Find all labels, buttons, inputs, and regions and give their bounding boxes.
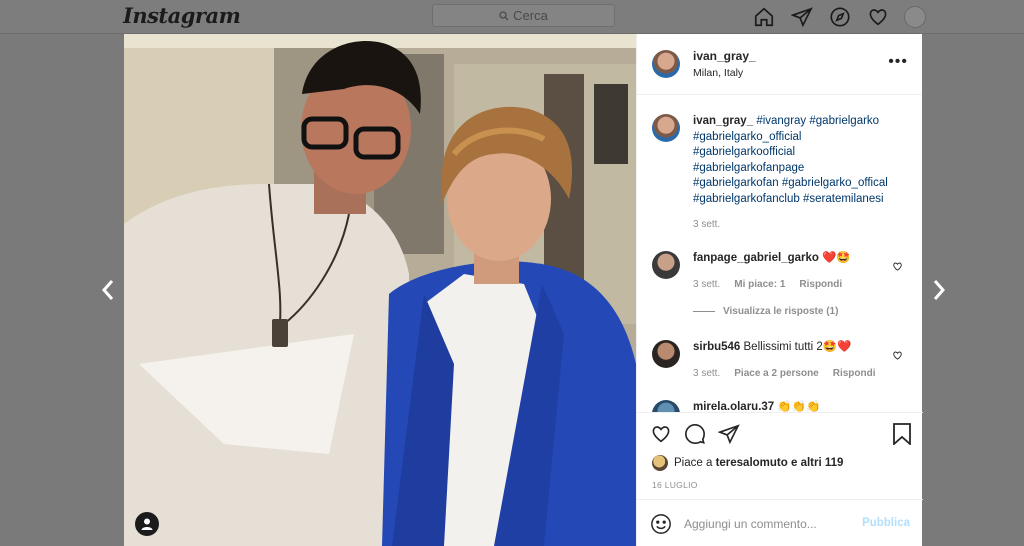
caption-avatar[interactable] (652, 114, 680, 142)
hashtag[interactable]: #gabrielgarkofanpage (693, 162, 804, 174)
caption-meta: 3 sett. (693, 219, 912, 230)
comment-likes[interactable]: Mi piace: 1 (734, 279, 785, 290)
comment-time: 3 sett. (693, 367, 721, 379)
add-comment-bar: Pubblica (637, 499, 923, 546)
caption-text: ivan_gray_ #ivangray #gabrielgarko #gabr… (693, 114, 912, 207)
post-sidebar: ivan_gray_ Milan, Italy ••• ivan_gray_ #… (636, 34, 923, 546)
explore-icon[interactable] (828, 5, 852, 29)
comment-likes[interactable]: Piace a 2 persone (734, 368, 819, 379)
caption-time: 3 sett. (693, 219, 721, 230)
comment-username[interactable]: mirela.olaru.37 (693, 401, 774, 412)
view-replies-label: Visualizza le risposte (1) (723, 305, 839, 317)
caption: ivan_gray_ #ivangray #gabrielgarko #gabr… (652, 114, 912, 230)
post-photo[interactable] (124, 34, 636, 546)
view-replies-button[interactable]: Visualizza le risposte (1) (693, 306, 912, 317)
post-date: 16 LUGLIO (652, 480, 698, 490)
comment-time: 3 sett. (693, 278, 721, 290)
liker-avatar (652, 455, 668, 471)
search-placeholder: Cerca (513, 8, 548, 23)
emoji-icon[interactable] (650, 513, 672, 535)
chevron-left-icon (101, 280, 114, 300)
comment-text: fanpage_gabriel_garko ❤️🤩 (693, 251, 912, 267)
activity-icon[interactable] (866, 5, 890, 29)
comment-item: sirbu546 Bellissimi tutti 2🤩❤️ 3 sett. P… (652, 340, 912, 379)
post-header: ivan_gray_ Milan, Italy ••• (637, 34, 922, 95)
comment-body: ❤️🤩 (822, 252, 851, 264)
more-options-icon[interactable]: ••• (888, 54, 908, 70)
likes-summary[interactable]: Piace a teresalomuto e altri 119 (652, 455, 843, 471)
hashtag[interactable]: #gabrielgarko (809, 115, 879, 127)
author-avatar[interactable] (652, 50, 680, 78)
likes-prefix: Piace a (674, 457, 716, 469)
publish-button[interactable]: Pubblica (862, 517, 910, 529)
comment-like-icon[interactable] (892, 348, 903, 360)
hashtag[interactable]: #gabrielgarkofanclub (693, 193, 800, 205)
hashtag[interactable]: #gabrielgarkoofficial (693, 146, 795, 158)
post-location[interactable]: Milan, Italy (693, 67, 756, 79)
bookmark-icon (893, 423, 911, 446)
comment-body: Bellissimi tutti 2🤩❤️ (743, 341, 852, 353)
next-post-arrow[interactable] (927, 275, 951, 305)
previous-post-arrow[interactable] (96, 275, 120, 305)
post-modal: ivan_gray_ Milan, Italy ••• ivan_gray_ #… (124, 34, 923, 546)
comment-input[interactable] (684, 516, 854, 531)
author-username[interactable]: ivan_gray_ (693, 49, 756, 63)
hashtag[interactable]: #gabrielgarko_official (693, 131, 801, 143)
comment-username[interactable]: fanpage_gabriel_garko (693, 252, 819, 264)
comment-item: mirela.olaru.37 👏👏👏 (652, 400, 912, 412)
share-icon[interactable] (718, 423, 740, 445)
comment-text: sirbu546 Bellissimi tutti 2🤩❤️ (693, 340, 912, 356)
tagged-users-button[interactable] (135, 512, 159, 536)
direct-icon[interactable] (790, 5, 814, 29)
comment-item: fanpage_gabriel_garko ❤️🤩 3 sett. Mi pia… (652, 251, 912, 317)
reply-button[interactable]: Rispondi (833, 368, 876, 379)
hashtag[interactable]: #gabrielgarko_offical (782, 177, 888, 189)
hashtag[interactable]: #gabrielgarkofan (693, 177, 779, 189)
photo-scene (124, 34, 636, 546)
save-button[interactable] (892, 423, 912, 450)
comment-avatar[interactable] (652, 400, 680, 412)
comment-username[interactable]: sirbu546 (693, 341, 740, 353)
comment-text: mirela.olaru.37 👏👏👏 (693, 400, 912, 412)
replies-divider (693, 310, 715, 312)
top-navigation-bar: Instagram Cerca (0, 0, 1024, 34)
hashtag[interactable]: #seratemilanesi (803, 193, 884, 205)
comment-meta: 3 sett. Mi piace: 1 Rispondi (693, 279, 912, 290)
comment-avatar[interactable] (652, 251, 680, 279)
post-actions: Piace a teresalomuto e altri 119 16 LUGL… (637, 412, 923, 546)
comment-like-icon[interactable] (892, 259, 903, 271)
instagram-logo[interactable]: Instagram (123, 3, 241, 28)
profile-avatar[interactable] (904, 6, 926, 28)
search-input[interactable]: Cerca (432, 4, 615, 27)
hashtag[interactable]: #ivangray (756, 115, 806, 127)
action-icons (650, 423, 740, 445)
comment-avatar[interactable] (652, 340, 680, 368)
reply-button[interactable]: Rispondi (799, 279, 842, 290)
search-icon (499, 10, 509, 20)
caption-username[interactable]: ivan_gray_ (693, 115, 753, 127)
home-icon[interactable] (752, 5, 776, 29)
comment-icon[interactable] (684, 423, 706, 445)
likes-others[interactable]: e altri 119 (788, 457, 843, 469)
likes-user[interactable]: teresalomuto (716, 457, 788, 469)
comment-meta: 3 sett. Piace a 2 persone Rispondi (693, 368, 912, 379)
like-icon[interactable] (650, 423, 672, 445)
author-info: ivan_gray_ Milan, Italy (693, 49, 756, 79)
comment-body: 👏👏👏 (777, 401, 821, 412)
likes-text: Piace a teresalomuto e altri 119 (674, 457, 843, 469)
chevron-right-icon (933, 280, 946, 300)
nav-icons (752, 5, 926, 29)
user-tag-icon (141, 518, 153, 530)
comments-list: ivan_gray_ #ivangray #gabrielgarko #gabr… (637, 96, 923, 412)
